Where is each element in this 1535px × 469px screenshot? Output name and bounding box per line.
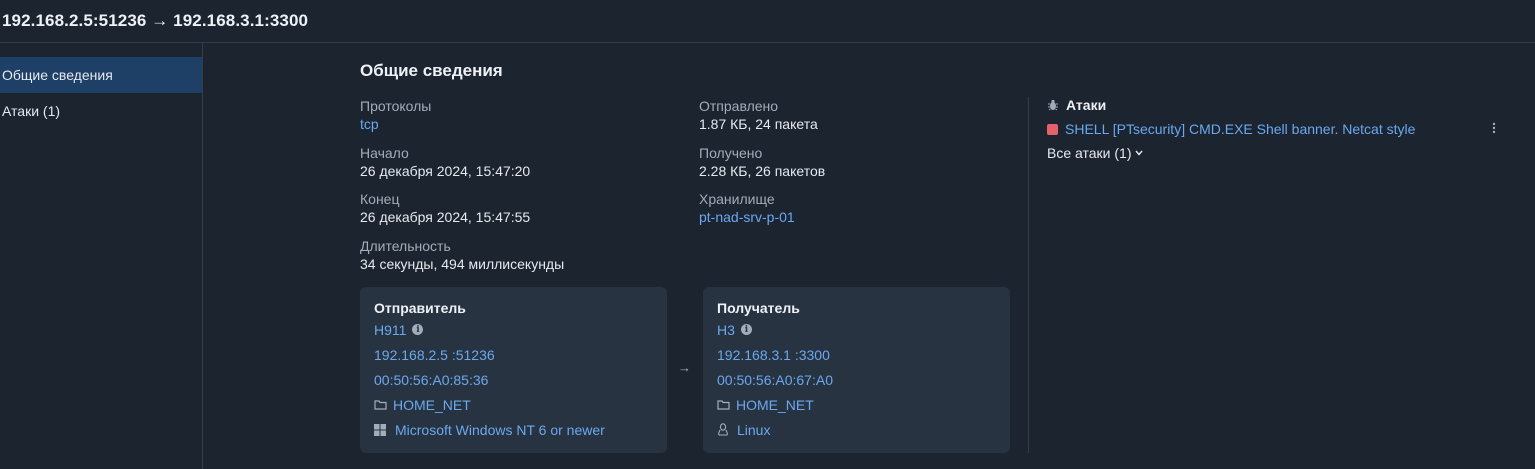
- sender-network-link[interactable]: HOME_NET: [393, 397, 471, 413]
- all-attacks-label: Все атаки (1): [1047, 145, 1132, 161]
- protocols-label: Протоколы: [360, 98, 432, 114]
- receiver-os-row: Linux: [717, 417, 996, 442]
- protocols-link[interactable]: tcp: [360, 115, 431, 133]
- sender-mac-link[interactable]: 00:50:56:A0:85:36: [374, 367, 653, 392]
- start-label: Начало: [360, 145, 409, 161]
- sender-os-link[interactable]: Microsoft Windows NT 6 or newer: [395, 422, 605, 438]
- kebab-icon[interactable]: [1492, 122, 1496, 136]
- storage-label: Хранилище: [699, 191, 775, 207]
- sidebar-item-attacks[interactable]: Атаки (1): [0, 93, 202, 129]
- sender-card: Отправитель H911 i 192.168.2.5 :51236 00…: [360, 287, 667, 453]
- receiver-mac-link[interactable]: 00:50:56:A0:67:A0: [717, 367, 996, 392]
- receiver-address-link[interactable]: 192.168.3.1 :3300: [717, 342, 996, 367]
- duration-value: 34 секунды, 494 миллисекунды: [360, 256, 565, 272]
- column-divider: [1028, 97, 1029, 453]
- start-field: Начало 26 декабря 2024, 15:47:20: [360, 144, 530, 180]
- all-attacks-button[interactable]: Все атаки (1): [1047, 145, 1144, 161]
- bug-icon: [1047, 99, 1059, 111]
- duration-label: Длительность: [360, 238, 451, 254]
- duration-field: Длительность 34 секунды, 494 миллисекунд…: [360, 237, 564, 273]
- protocols-field: Протоколы tcp: [360, 97, 431, 133]
- receiver-title: Получатель: [717, 300, 800, 316]
- sent-value: 1.87 КБ, 24 пакета: [699, 116, 818, 132]
- end-value: 26 декабря 2024, 15:47:55: [360, 209, 531, 225]
- received-field: Получено 2.28 КБ, 26 пакетов: [699, 144, 825, 180]
- linux-icon: [717, 423, 729, 436]
- chevron-down-icon: [1135, 148, 1144, 159]
- sender-address-link[interactable]: 192.168.2.5 :51236: [374, 342, 653, 367]
- storage-link[interactable]: pt-nad-srv-p-01: [699, 208, 795, 226]
- receiver-os-link[interactable]: Linux: [737, 422, 770, 438]
- section-title: Общие сведения: [360, 61, 503, 80]
- received-label: Получено: [699, 145, 763, 161]
- sender-host-row: H911 i: [374, 317, 653, 342]
- sidebar-item-overview[interactable]: Общие сведения: [0, 57, 202, 93]
- info-icon[interactable]: i: [412, 324, 424, 335]
- sender-host-link[interactable]: H911: [374, 322, 406, 338]
- storage-field: Хранилище pt-nad-srv-p-01: [699, 190, 795, 226]
- receiver-host-link[interactable]: H3: [717, 322, 735, 338]
- end-label: Конец: [360, 191, 400, 207]
- windows-icon: [374, 423, 386, 436]
- header: 192.168.2.5:51236 → 192.168.3.1:3300: [0, 0, 1535, 43]
- sender-network-row: HOME_NET: [374, 392, 653, 417]
- receiver-host-row: H3 i: [717, 317, 996, 342]
- receiver-network-row: HOME_NET: [717, 392, 996, 417]
- attack-item: SHELL [PTsecurity] CMD.EXE Shell banner.…: [1047, 120, 1415, 138]
- sent-label: Отправлено: [699, 98, 779, 114]
- received-value: 2.28 КБ, 26 пакетов: [699, 163, 826, 179]
- attack-link[interactable]: SHELL [PTsecurity] CMD.EXE Shell banner.…: [1065, 121, 1415, 137]
- folder-icon: [374, 399, 387, 410]
- sidebar: Общие сведения Атаки (1): [0, 43, 203, 469]
- receiver-network-link[interactable]: HOME_NET: [736, 397, 814, 413]
- page-title: 192.168.2.5:51236 → 192.168.3.1:3300: [2, 11, 309, 30]
- attacks-header: Атаки: [1047, 97, 1106, 113]
- direction-arrow-icon: →: [678, 360, 691, 375]
- sender-title: Отправитель: [374, 300, 466, 316]
- end-field: Конец 26 декабря 2024, 15:47:55: [360, 190, 530, 226]
- sender-os-row: Microsoft Windows NT 6 or newer: [374, 417, 653, 442]
- folder-icon: [717, 399, 730, 410]
- sent-field: Отправлено 1.87 КБ, 24 пакета: [699, 97, 818, 133]
- start-value: 26 декабря 2024, 15:47:20: [360, 163, 531, 179]
- attack-severity-badge: [1047, 123, 1058, 135]
- attacks-title: Атаки: [1066, 97, 1107, 113]
- receiver-card: Получатель H3 i 192.168.3.1 :3300 00:50:…: [703, 287, 1010, 453]
- info-icon[interactable]: i: [740, 324, 752, 335]
